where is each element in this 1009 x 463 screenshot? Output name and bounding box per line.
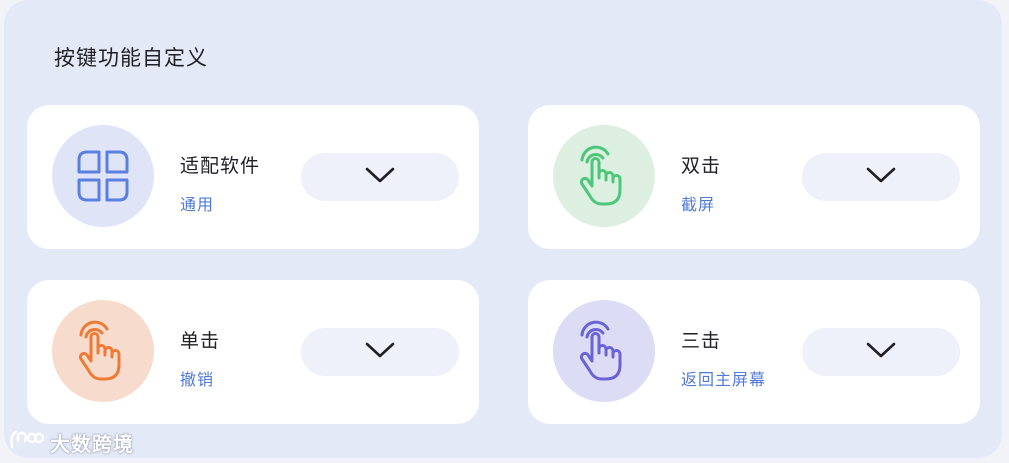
chevron-down-icon: [866, 341, 896, 363]
watermark-logo-icon: [8, 429, 45, 456]
card-double-tap: 双击 截屏: [528, 105, 980, 249]
card-value[interactable]: 撤销: [180, 366, 214, 390]
card-adapted-software: 适配软件 通用: [27, 105, 479, 249]
card-value[interactable]: 截屏: [681, 191, 715, 215]
dropdown-button[interactable]: [301, 328, 459, 376]
grid-icon: [75, 148, 131, 204]
tap-hand-icon: [73, 319, 133, 383]
card-name: 三击: [681, 330, 722, 352]
card-name: 适配软件: [180, 155, 261, 177]
chevron-down-icon: [866, 166, 896, 188]
card-triple-tap: 三击 返回主屏幕: [528, 280, 980, 424]
tap-hand-icon: [574, 319, 634, 383]
chevron-down-icon: [365, 166, 395, 188]
icon-circle: [553, 125, 655, 227]
card-name: 单击: [180, 330, 221, 352]
watermark-text: 大数跨境: [50, 432, 134, 456]
icon-circle: [52, 125, 154, 227]
dropdown-button[interactable]: [802, 153, 960, 201]
section-title: 按键功能自定义: [54, 46, 208, 70]
dropdown-button[interactable]: [301, 153, 459, 201]
card-name: 双击: [681, 155, 722, 177]
tap-hand-icon: [574, 144, 634, 208]
card-single-tap: 单击 撤销: [27, 280, 479, 424]
card-value[interactable]: 通用: [180, 191, 214, 215]
icon-circle: [52, 300, 154, 402]
settings-panel: 按键功能自定义 适配软件 通用 双击 截屏 单击 撤销 三击 返回主屏幕: [4, 0, 1002, 458]
chevron-down-icon: [365, 341, 395, 363]
dropdown-button[interactable]: [802, 328, 960, 376]
card-value[interactable]: 返回主屏幕: [681, 366, 766, 390]
watermark: 大数跨境: [8, 428, 134, 457]
icon-circle: [553, 300, 655, 402]
